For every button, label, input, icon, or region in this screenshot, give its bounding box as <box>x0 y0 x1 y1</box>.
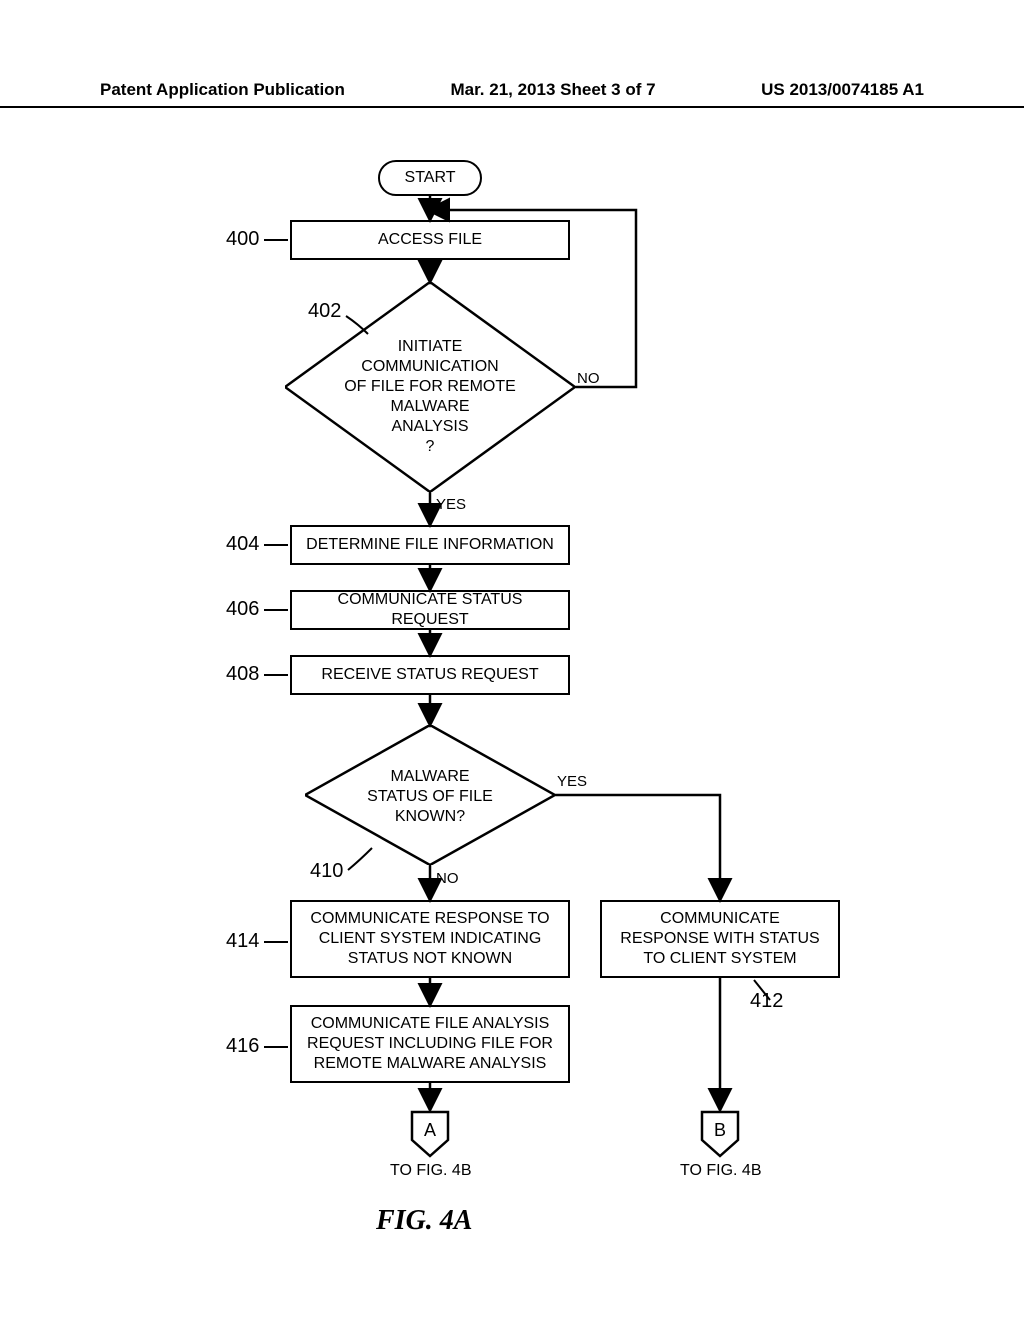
process-408: RECEIVE STATUS REQUEST <box>290 655 570 695</box>
header-right: US 2013/0074185 A1 <box>761 80 924 100</box>
ref-410: 410 <box>310 860 343 883</box>
branch-402-yes: YES <box>436 496 466 513</box>
ref-406: 406 <box>226 598 259 621</box>
branch-402-no: NO <box>577 370 600 387</box>
flowchart: START ACCESS FILE INITIATE COMMUNICATION… <box>0 130 1024 1230</box>
process-412: COMMUNICATE RESPONSE WITH STATUS TO CLIE… <box>600 900 840 978</box>
process-416: COMMUNICATE FILE ANALYSIS REQUEST INCLUD… <box>290 1005 570 1083</box>
decision-410-text: MALWARE STATUS OF FILE KNOWN? <box>305 767 555 827</box>
page-header: Patent Application Publication Mar. 21, … <box>0 80 1024 108</box>
decision-410: MALWARE STATUS OF FILE KNOWN? <box>305 725 555 865</box>
connector-a: A <box>410 1110 450 1158</box>
process-404: DETERMINE FILE INFORMATION <box>290 525 570 565</box>
ref-414: 414 <box>226 930 259 953</box>
ref-404: 404 <box>226 533 259 556</box>
svg-text:A: A <box>424 1120 436 1140</box>
decision-402-text: INITIATE COMMUNICATION OF FILE FOR REMOT… <box>285 337 575 457</box>
process-400: ACCESS FILE <box>290 220 570 260</box>
ref-412: 412 <box>750 990 783 1013</box>
figure-title: FIG. 4A <box>376 1205 472 1237</box>
header-left: Patent Application Publication <box>100 80 345 100</box>
svg-text:B: B <box>714 1120 726 1140</box>
ref-408: 408 <box>226 663 259 686</box>
header-center: Mar. 21, 2013 Sheet 3 of 7 <box>451 80 656 100</box>
process-414: COMMUNICATE RESPONSE TO CLIENT SYSTEM IN… <box>290 900 570 978</box>
connector-b: B <box>700 1110 740 1158</box>
connector-b-caption: TO FIG. 4B <box>680 1162 762 1180</box>
branch-410-yes: YES <box>557 773 587 790</box>
start-terminator: START <box>378 160 482 196</box>
ref-400: 400 <box>226 228 259 251</box>
ref-402: 402 <box>308 300 341 323</box>
process-406: COMMUNICATE STATUS REQUEST <box>290 590 570 630</box>
ref-416: 416 <box>226 1035 259 1058</box>
connector-a-caption: TO FIG. 4B <box>390 1162 472 1180</box>
branch-410-no: NO <box>436 870 459 887</box>
